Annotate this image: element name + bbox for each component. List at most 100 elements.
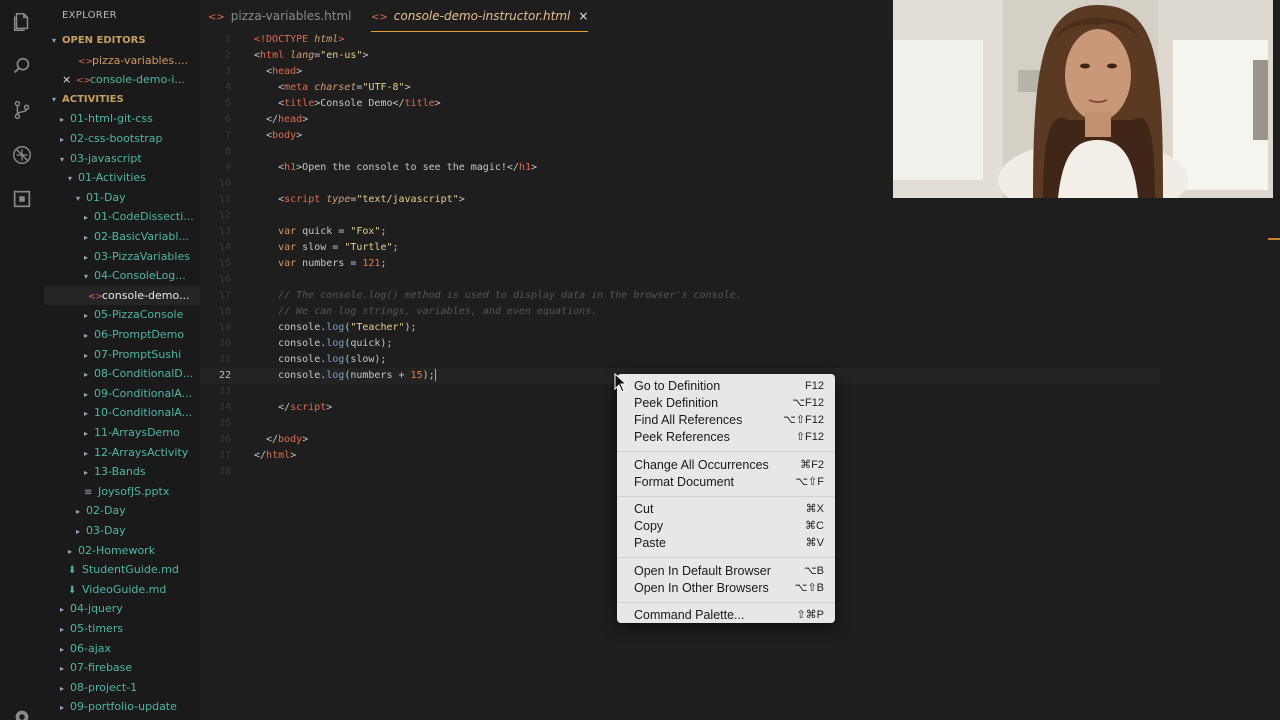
chevron-right-icon[interactable]: ▸ [84, 346, 94, 365]
menu-item-peek-definition[interactable]: Peek Definition ⌥F12 [617, 395, 835, 412]
file-tree-item[interactable]: ▸ 02-Homework [44, 541, 200, 560]
debug-icon[interactable] [11, 144, 33, 166]
menu-item-change-all-occurrences[interactable]: Change All Occurrences ⌘F2 [617, 457, 835, 474]
close-icon[interactable]: × [578, 9, 588, 23]
source-control-icon[interactable] [11, 99, 33, 121]
file-tree-item[interactable]: ▸ 06-PromptDemo [44, 325, 200, 344]
chevron-right-icon[interactable]: ▸ [84, 248, 94, 267]
file-tree-item[interactable]: ▸ 01-html-git-css [44, 109, 200, 128]
file-tree-item[interactable]: ▸ 09-portfolio-update [44, 697, 200, 716]
code-line[interactable]: 18 // We can log strings, variables, and… [200, 304, 1160, 320]
code-line[interactable]: 12 [200, 208, 1160, 224]
extensions-icon[interactable] [11, 188, 33, 210]
file-tree-item[interactable]: <>pizza-variables.... [44, 51, 200, 70]
chevron-right-icon[interactable]: ▸ [60, 600, 70, 619]
search-icon[interactable] [11, 55, 33, 77]
chevron-right-icon[interactable]: ▸ [60, 130, 70, 149]
file-tree-item[interactable]: ▸ 04-jquery [44, 599, 200, 618]
file-tree-item[interactable]: ▸ 08-ConditionalD... [44, 364, 200, 383]
file-tree-item[interactable]: ▾ 01-Activities [44, 168, 200, 187]
file-tree-item[interactable]: ▸ 03-PizzaVariables [44, 247, 200, 266]
chevron-right-icon[interactable]: ▸ [60, 620, 70, 639]
code-line[interactable]: 17 // The console.log() method is used t… [200, 288, 1160, 304]
chevron-right-icon[interactable]: ▸ [84, 385, 94, 404]
file-tree-item[interactable]: ▸ 13-Bands [44, 462, 200, 481]
file-tree-item[interactable]: ▸ 02-Day [44, 501, 200, 520]
explorer-section-header[interactable]: ▾ OPEN EDITORS [44, 31, 200, 50]
file-tree-item[interactable]: ▾ 01-Day [44, 188, 200, 207]
code-token: log [326, 354, 345, 365]
code-token: type [320, 194, 351, 205]
chevron-right-icon[interactable]: ▸ [60, 679, 70, 698]
menu-item-copy[interactable]: Copy ⌘C [617, 518, 835, 535]
file-tree-item[interactable]: ▸ 06-ajax [44, 639, 200, 658]
chevron-right-icon[interactable]: ▸ [76, 522, 86, 541]
chevron-right-icon[interactable]: ▸ [68, 542, 78, 561]
menu-item-command-palette[interactable]: Command Palette... ⇧⌘P [617, 607, 835, 624]
file-tree-item[interactable]: ▾ 04-ConsoleLog... [44, 266, 200, 285]
chevron-right-icon[interactable]: ▸ [84, 463, 94, 482]
chevron-right-icon[interactable]: ▸ [84, 444, 94, 463]
chevron-right-icon[interactable]: ▸ [84, 208, 94, 227]
menu-item-go-to-definition[interactable]: Go to Definition F12 [617, 378, 835, 395]
file-tree-item[interactable]: ⬇ VideoGuide.md [44, 580, 200, 599]
file-tree-item[interactable]: ▸ 05-timers [44, 619, 200, 638]
chevron-right-icon[interactable]: ▸ [84, 365, 94, 384]
tree-item-label: 03-javascript [70, 152, 142, 165]
file-tree-item[interactable]: <>console-demo... [44, 286, 200, 305]
chevron-right-icon[interactable]: ▸ [60, 640, 70, 659]
chevron-down-icon[interactable]: ▾ [84, 267, 94, 286]
code-line[interactable]: 15 var numbers = 121; [200, 256, 1160, 272]
file-tree-item[interactable]: ▸ 10-ConditionalA... [44, 403, 200, 422]
chevron-down-icon[interactable]: ▾ [52, 90, 62, 109]
files-icon[interactable] [11, 11, 33, 33]
file-tree-item[interactable]: ▸ 07-firebase [44, 658, 200, 677]
file-tree-item[interactable]: ▸ 02-css-bootstrap [44, 129, 200, 148]
file-tree-item[interactable]: ▸ 08-project-1 [44, 678, 200, 697]
menu-item-format-document[interactable]: Format Document ⌥⇧F [617, 474, 835, 491]
file-tree-item[interactable]: ▸ 09-ConditionalA... [44, 384, 200, 403]
code-line[interactable]: 16 [200, 272, 1160, 288]
code-line[interactable]: 21 console.log(slow); [200, 352, 1160, 368]
chevron-right-icon[interactable]: ▸ [60, 698, 70, 717]
menu-item-open-in-default-browser[interactable]: Open In Default Browser ⌥B [617, 563, 835, 580]
file-tree-item[interactable]: ▸ 05-PizzaConsole [44, 305, 200, 324]
code-line[interactable]: 19 console.log("Teacher"); [200, 320, 1160, 336]
menu-item-find-all-references[interactable]: Find All References ⌥⇧F12 [617, 412, 835, 429]
menu-item-peek-references[interactable]: Peek References ⇧F12 [617, 429, 835, 446]
tab-pizza-variables[interactable]: <> pizza-variables.html [208, 0, 352, 32]
file-tree-item[interactable]: ▸ 03-Day [44, 521, 200, 540]
tab-console-demo-instructor[interactable]: <> console-demo-instructor.html × [371, 0, 589, 32]
file-tree-item[interactable]: ▸ 07-PromptSushi [44, 345, 200, 364]
code-line[interactable]: 14 var slow = "Turtle"; [200, 240, 1160, 256]
file-tree-item[interactable]: ⬇ StudentGuide.md [44, 560, 200, 579]
chevron-right-icon[interactable]: ▸ [84, 228, 94, 247]
chevron-right-icon[interactable]: ▸ [84, 326, 94, 345]
menu-item-cut[interactable]: Cut ⌘X [617, 501, 835, 518]
explorer-section-header[interactable]: ▾ ACTIVITIES [44, 90, 200, 109]
file-tree-item[interactable]: ▸ 12-ArraysActivity [44, 443, 200, 462]
file-tree-item[interactable]: ▸ 01-CodeDissecti... [44, 207, 200, 226]
chevron-right-icon[interactable]: ▸ [84, 404, 94, 423]
file-tree-item[interactable]: ▾ 03-javascript [44, 149, 200, 168]
file-tree-item[interactable]: × <>console-demo-i... [44, 70, 200, 89]
chevron-right-icon[interactable]: ▸ [60, 110, 70, 129]
file-tree-item[interactable]: ▸ 11-ArraysDemo [44, 423, 200, 442]
menu-item-paste[interactable]: Paste ⌘V [617, 535, 835, 552]
chevron-down-icon[interactable]: ▾ [68, 169, 78, 188]
close-icon[interactable]: × [62, 70, 76, 89]
chevron-right-icon[interactable]: ▸ [84, 306, 94, 325]
code-line[interactable]: 13 var quick = "Fox"; [200, 224, 1160, 240]
menu-item-open-in-other-browsers[interactable]: Open In Other Browsers ⌥⇧B [617, 580, 835, 597]
file-tree-item[interactable]: ≡ JoysofJS.pptx [44, 482, 200, 501]
chevron-right-icon[interactable]: ▸ [84, 424, 94, 443]
chevron-down-icon[interactable]: ▾ [76, 189, 86, 208]
chevron-right-icon[interactable]: ▸ [76, 502, 86, 521]
code-line[interactable]: 20 console.log(quick); [200, 336, 1160, 352]
chevron-right-icon[interactable]: ▸ [60, 659, 70, 678]
file-tree-item[interactable]: ▸ 02-BasicVariabl... [44, 227, 200, 246]
settings-gear-icon[interactable] [11, 706, 33, 720]
chevron-down-icon[interactable]: ▾ [60, 150, 70, 169]
chevron-down-icon[interactable]: ▾ [52, 31, 62, 50]
line-number: 22 [218, 370, 231, 381]
